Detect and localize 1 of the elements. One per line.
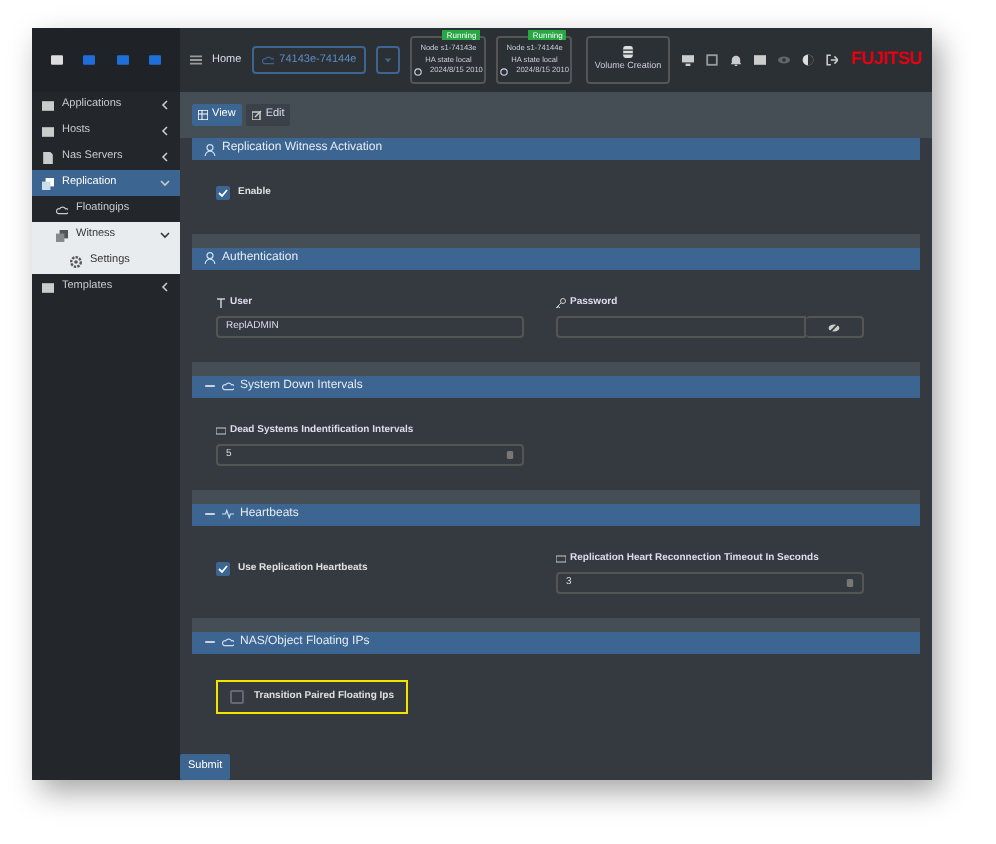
logo: FUJITSU bbox=[851, 46, 922, 73]
